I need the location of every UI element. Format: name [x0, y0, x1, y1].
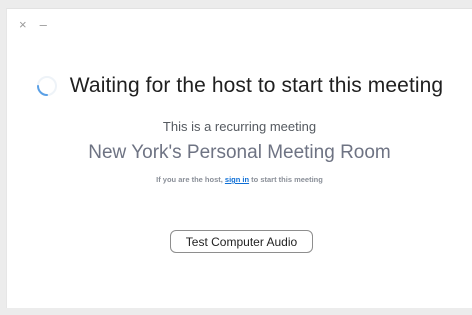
waiting-room-window: × – Waiting for the host to start this m… [6, 8, 472, 308]
host-sign-in-note: If you are the host, sign in to start th… [7, 175, 472, 184]
window-controls: × – [19, 18, 47, 31]
recurring-meeting-label: This is a recurring meeting [162, 119, 317, 134]
host-note-prefix: If you are the host, [156, 175, 225, 184]
loading-spinner-icon [36, 75, 58, 97]
test-computer-audio-button[interactable]: Test Computer Audio [170, 230, 313, 253]
meeting-room-name: New York's Personal Meeting Room [88, 142, 391, 163]
sign-in-link[interactable]: sign in [225, 175, 249, 184]
minimize-icon[interactable]: – [40, 18, 47, 31]
host-note-suffix: to start this meeting [249, 175, 323, 184]
close-icon[interactable]: × [19, 18, 27, 31]
status-row: Waiting for the host to start this meeti… [7, 74, 472, 98]
status-title: Waiting for the host to start this meeti… [69, 74, 444, 97]
